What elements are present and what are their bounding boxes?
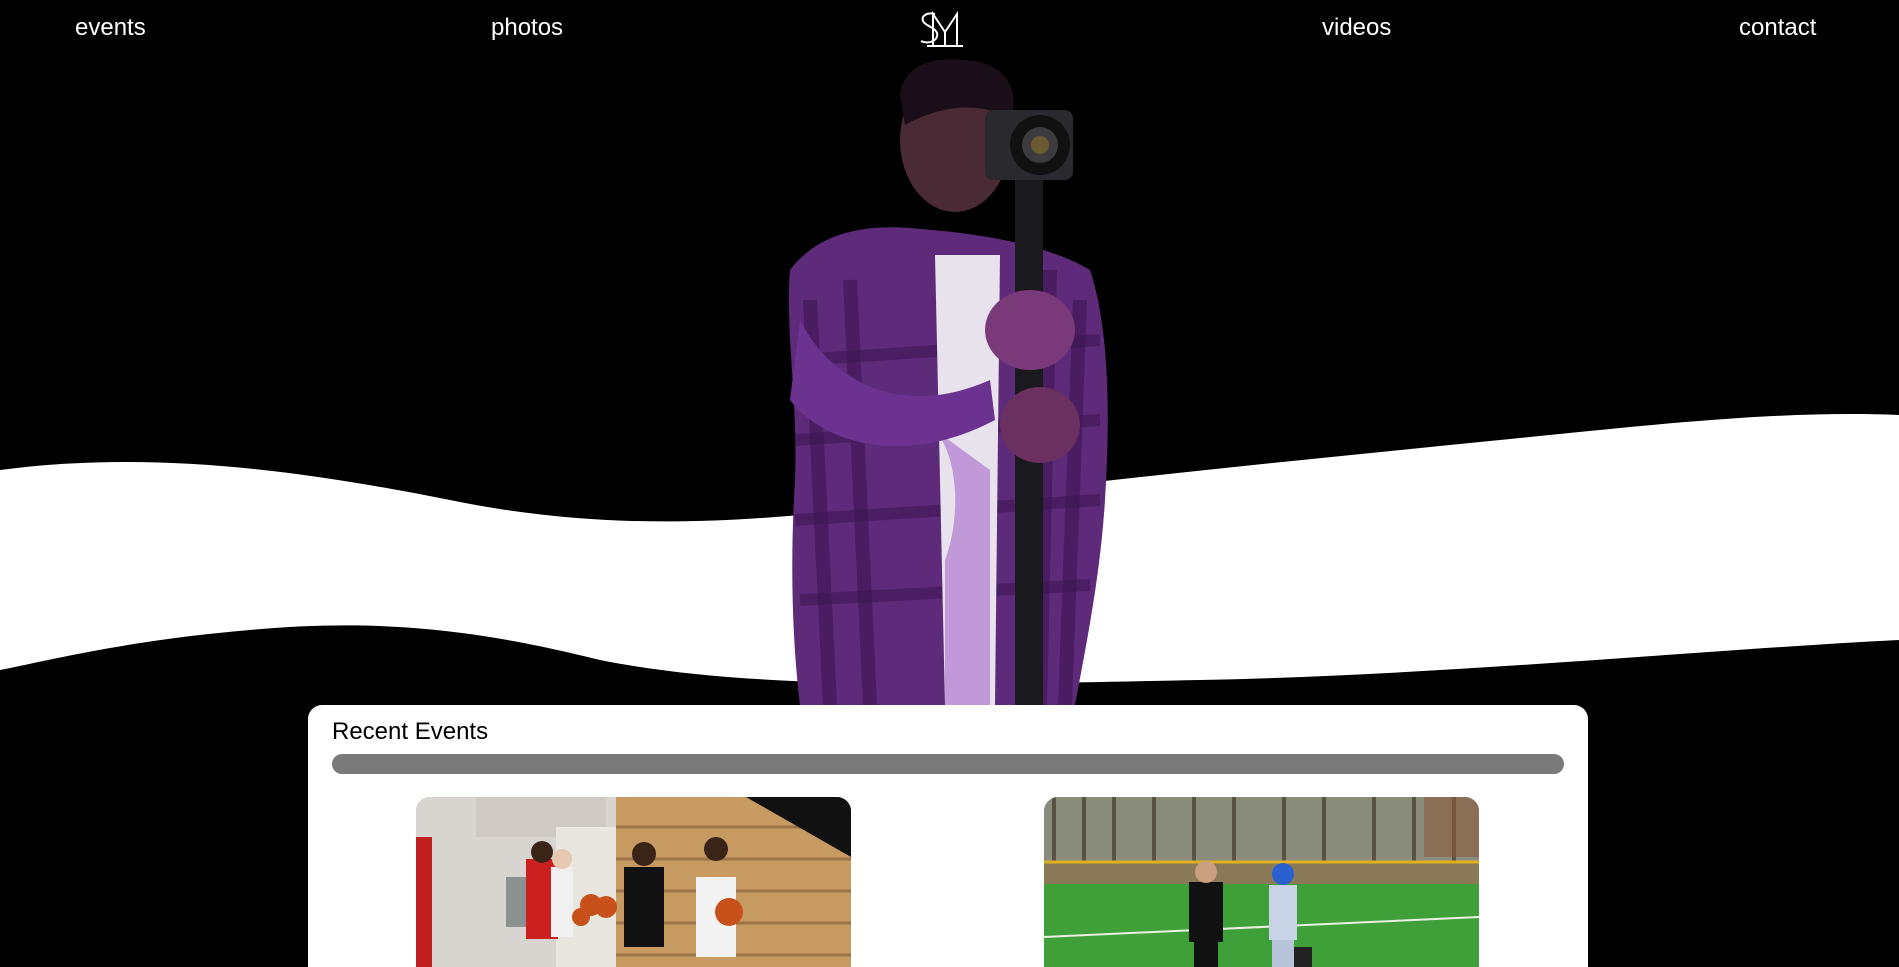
nav-link-contact[interactable]: contact [1739, 14, 1816, 42]
nav-link-events[interactable]: events [75, 14, 146, 42]
event-thumbnail-basketball[interactable] [416, 797, 851, 967]
recent-events-title: Recent Events [332, 718, 489, 745]
section-divider-bar [332, 754, 1564, 774]
hero-section [0, 0, 1899, 705]
field-photo-image [1044, 797, 1479, 967]
logo-monogram-icon [920, 10, 963, 47]
nav-link-videos[interactable]: videos [1322, 14, 1391, 42]
hero-graphic [0, 0, 1899, 705]
sm-logo-icon[interactable] [917, 8, 969, 50]
top-navigation: events photos videos contact [0, 0, 1899, 60]
recent-events-card: Recent Events [308, 705, 1588, 967]
nav-link-photos[interactable]: photos [491, 14, 563, 42]
basketball-photo-image [416, 797, 851, 967]
event-thumbnail-field[interactable] [1044, 797, 1479, 967]
